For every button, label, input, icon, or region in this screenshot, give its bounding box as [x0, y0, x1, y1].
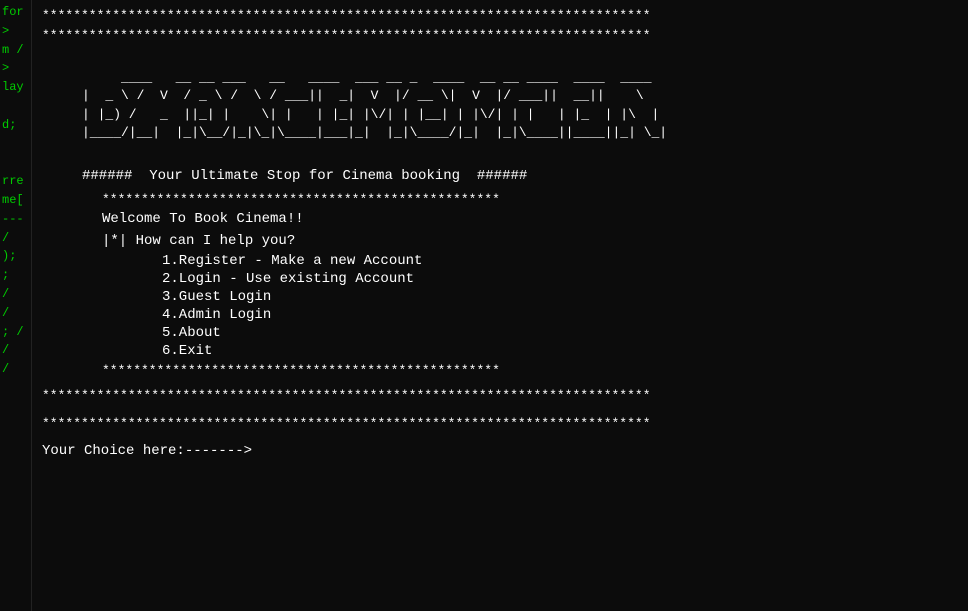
- terminal-window: ****************************************…: [32, 0, 968, 611]
- menu-item-1[interactable]: 1.Register - Make a new Account: [162, 253, 958, 269]
- sidebar-text: ; /: [2, 324, 29, 341]
- sidebar-text: me[: [2, 192, 29, 209]
- input-label: Your Choice here:------->: [42, 443, 252, 459]
- sidebar-text: >: [2, 23, 29, 40]
- choice-input-line[interactable]: Your Choice here:------->: [42, 443, 958, 459]
- sidebar-text: [2, 98, 29, 115]
- tagline: ###### Your Ultimate Stop for Cinema boo…: [82, 168, 958, 184]
- sidebar-text: );: [2, 248, 29, 265]
- sidebar-text: >: [2, 60, 29, 77]
- menu-item-2[interactable]: 2.Login - Use existing Account: [162, 271, 958, 287]
- sidebar-text: m /: [2, 42, 29, 59]
- stars-top-2: ****************************************…: [42, 26, 958, 46]
- menu-item-5[interactable]: 5.About: [162, 325, 958, 341]
- choice-input[interactable]: [252, 443, 452, 459]
- sidebar-text: /: [2, 342, 29, 359]
- sidebar-text: /: [2, 230, 29, 247]
- stars-top-1: ****************************************…: [42, 6, 958, 26]
- sidebar-text: ---: [2, 211, 29, 228]
- menu-item-3[interactable]: 3.Guest Login: [162, 289, 958, 305]
- stars-bottom-2: ****************************************…: [42, 414, 958, 434]
- menu-separator-bottom: ****************************************…: [102, 363, 958, 378]
- menu-separator-top: ****************************************…: [102, 192, 958, 207]
- stars-bottom-1: ****************************************…: [42, 386, 958, 406]
- sidebar-text: [2, 136, 29, 153]
- sidebar-text: /: [2, 286, 29, 303]
- sidebar-text: d;: [2, 117, 29, 134]
- menu-item-4[interactable]: 4.Admin Login: [162, 307, 958, 323]
- sidebar-text: ;: [2, 267, 29, 284]
- sidebar-text: /: [2, 361, 29, 378]
- sidebar-text: lay: [2, 79, 29, 96]
- left-sidebar: for > m / > lay d; rre me[ --- / ); ; / …: [0, 0, 32, 611]
- ascii-art-logo: ____ __ __ ___ __ ____ ___ __ _ ____ __ …: [82, 51, 958, 160]
- sidebar-text: [2, 154, 29, 171]
- menu-item-6[interactable]: 6.Exit: [162, 343, 958, 359]
- sidebar-text: for: [2, 4, 29, 21]
- welcome-text: Welcome To Book Cinema!!: [102, 211, 958, 227]
- sidebar-text: rre: [2, 173, 29, 190]
- menu-prompt: |*| How can I help you?: [102, 233, 958, 249]
- sidebar-text: /: [2, 305, 29, 322]
